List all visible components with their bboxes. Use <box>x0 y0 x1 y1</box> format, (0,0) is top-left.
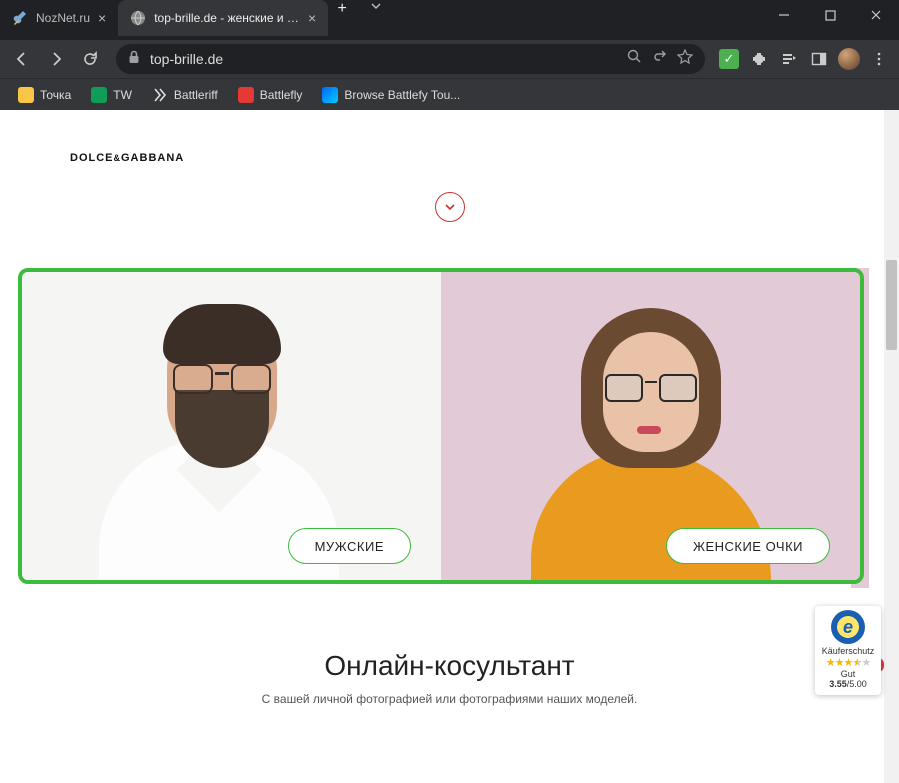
wrench-icon <box>12 10 28 26</box>
profile-avatar[interactable] <box>837 47 861 71</box>
tab-title: NozNet.ru <box>36 11 90 25</box>
bookmark-label: TW <box>113 88 132 102</box>
close-icon[interactable]: × <box>98 10 106 26</box>
scroll-down-button[interactable] <box>435 192 465 222</box>
scroll-thumb[interactable] <box>886 260 897 350</box>
bookmark-item[interactable]: Battlefly <box>230 83 311 107</box>
extension-check-icon[interactable]: ✓ <box>717 47 741 71</box>
extensions-icon[interactable] <box>747 47 771 71</box>
bookmark-item[interactable]: Battleriff <box>144 83 226 107</box>
trust-badge[interactable]: e Käuferschutz ★★★★★★ Gut 3.55/5.00 <box>815 606 881 695</box>
consultant-subtext: С вашей личной фотографией или фотографи… <box>0 692 899 706</box>
bookmark-item[interactable]: Точка <box>10 83 79 107</box>
maximize-button[interactable] <box>807 0 853 30</box>
bookmark-favicon <box>91 87 107 103</box>
menu-icon[interactable] <box>867 47 891 71</box>
reload-button[interactable] <box>76 45 104 73</box>
globe-icon <box>130 10 146 26</box>
trust-label: Käuferschutz <box>817 646 879 656</box>
bookmark-label: Battleriff <box>174 88 218 102</box>
bookmark-favicon <box>322 87 338 103</box>
brand-text: GABBANA <box>121 152 184 164</box>
brand-text: & <box>114 153 122 163</box>
womens-glasses-button[interactable]: ЖЕНСКИЕ ОЧКИ <box>666 528 830 564</box>
close-window-button[interactable] <box>853 0 899 30</box>
bookmark-item[interactable]: Browse Battlefy Tou... <box>314 83 468 107</box>
lock-icon <box>128 50 140 69</box>
window-titlebar: NozNet.ru × top-brille.de - женские и му… <box>0 0 899 40</box>
bookmark-label: Battlefly <box>260 88 303 102</box>
minimize-button[interactable] <box>761 0 807 30</box>
new-tab-button[interactable]: + <box>328 0 356 18</box>
button-label: МУЖСКИЕ <box>315 539 384 554</box>
trust-score: 3.55/5.00 <box>817 679 879 689</box>
share-icon[interactable] <box>652 49 667 69</box>
battleriff-icon <box>152 87 168 103</box>
panel-icon[interactable] <box>807 47 831 71</box>
forward-button[interactable] <box>42 45 70 73</box>
media-icon[interactable] <box>777 47 801 71</box>
address-bar[interactable]: top-brille.de <box>116 44 705 74</box>
womens-category-card[interactable]: ЖЕНСКИЕ ОЧКИ <box>441 272 860 580</box>
trust-seal-icon: e <box>831 610 865 644</box>
bookmark-item[interactable]: TW <box>83 83 140 107</box>
bookmark-favicon <box>238 87 254 103</box>
bookmarks-bar: Точка TW Battleriff Battlefly Browse Bat… <box>0 78 899 110</box>
trust-grade: Gut <box>817 669 879 679</box>
page-viewport: DOLCE&GABBANA МУЖСКИЕ Ж <box>0 110 899 783</box>
button-label: ЖЕНСКИЕ ОЧКИ <box>693 539 803 554</box>
zoom-icon[interactable] <box>627 49 642 69</box>
brand-logo[interactable]: DOLCE&GABBANA <box>70 152 184 164</box>
tab-title: top-brille.de - женские и мужск <box>154 11 300 25</box>
bookmark-favicon <box>18 87 34 103</box>
mens-glasses-button[interactable]: МУЖСКИЕ <box>288 528 411 564</box>
brand-text: DOLCE <box>70 152 114 164</box>
consultant-section: Онлайн-косультант С вашей личной фотогра… <box>0 650 899 706</box>
browser-toolbar: top-brille.de ✓ <box>0 40 899 78</box>
back-button[interactable] <box>8 45 36 73</box>
close-icon[interactable]: × <box>308 10 316 26</box>
chevron-down-icon <box>444 201 456 213</box>
browser-tab[interactable]: NozNet.ru × <box>0 0 118 36</box>
consultant-heading: Онлайн-косультант <box>0 650 899 682</box>
category-hero: МУЖСКИЕ ЖЕНСКИЕ ОЧКИ <box>18 268 864 584</box>
bookmark-label: Точка <box>40 88 71 102</box>
browser-tab-active[interactable]: top-brille.de - женские и мужск × <box>118 0 328 36</box>
bookmark-label: Browse Battlefy Tou... <box>344 88 460 102</box>
window-controls <box>761 0 899 30</box>
mens-category-card[interactable]: МУЖСКИЕ <box>22 272 441 580</box>
url-text: top-brille.de <box>150 51 627 67</box>
star-icon[interactable] <box>677 49 693 70</box>
rating-stars-icon: ★★★★★★ <box>817 656 879 669</box>
tab-search-chevron-icon[interactable] <box>356 0 396 12</box>
